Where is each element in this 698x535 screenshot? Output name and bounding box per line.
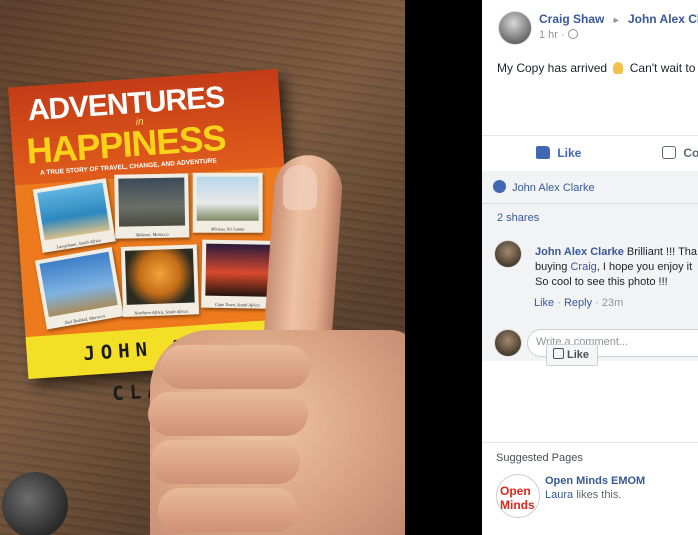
comment-action-label: Co [683, 146, 698, 160]
likes-by-link[interactable]: John Alex Clarke [512, 182, 595, 194]
suggested-heading: Suggested Pages [496, 452, 583, 464]
separator: · [595, 297, 602, 309]
like-action-button[interactable]: Like [536, 146, 581, 160]
comment-reply-link[interactable]: Reply [564, 297, 592, 309]
book-photo-4: Jbel Toubkal, Morocco [34, 247, 124, 330]
comment-text-1: Brilliant !!! Tha [626, 246, 698, 258]
liker-tail: likes this. [573, 489, 622, 501]
shares-link[interactable]: 2 shares [497, 212, 539, 224]
book-photo-1: Langebaan, South Africa [32, 178, 116, 253]
page-like-button[interactable]: Like [546, 344, 598, 366]
divider [482, 203, 698, 204]
finger [158, 488, 298, 532]
post-header: Craig Shaw ► John Alex Cla [539, 12, 698, 26]
book-photo-caption: Molawe, Morocco [135, 231, 169, 238]
book-photo-caption: Northern Africa, South Africa [134, 308, 188, 316]
commenter-avatar[interactable] [494, 240, 522, 268]
globe-icon [567, 29, 578, 39]
likes-summary[interactable]: John Alex Clarke [493, 180, 595, 194]
thumbs-up-icon [536, 146, 550, 159]
book-photo-5: Northern Africa, South Africa [120, 244, 200, 317]
comment-icon [662, 146, 676, 159]
triangle-right-icon: ► [611, 15, 621, 25]
suggested-page-name[interactable]: Open Minds EMOM [545, 475, 645, 487]
book-photo-caption: Cape Town, South Africa [214, 301, 260, 308]
comment-like-link[interactable]: Like [534, 297, 554, 309]
post-text-tail: Can't wait to [629, 61, 696, 75]
post-photo[interactable]: ADVENTURES in HAPPINESS A TRUE STORY OF … [0, 0, 405, 535]
post-sidebar: Craig Shaw ► John Alex Cla 1 hr · My Cop… [482, 0, 698, 535]
book-photo-3: Mirissa, Sri Lanka [192, 172, 263, 233]
coin [2, 472, 68, 535]
post-text-main: My Copy has arrived [497, 61, 608, 75]
comment-actions: Like · Reply · 23m [534, 297, 623, 309]
viewer-avatar [494, 329, 522, 357]
post-time[interactable]: 1 hr [539, 29, 558, 41]
post-meta: 1 hr · [539, 29, 578, 41]
post-text: My Copy has arrived Can't wait to [497, 61, 695, 75]
author-avatar[interactable] [498, 11, 532, 45]
comment-line-1: John Alex Clarke Brilliant !!! Tha [535, 246, 697, 258]
book-photo-caption: Mirissa, Sri Lanka [210, 226, 245, 232]
comment-text-3: So cool to see this photo !!! [535, 276, 668, 288]
finger [160, 345, 310, 389]
separator: · [561, 29, 568, 41]
hand-emoji-icon [613, 62, 624, 74]
divider [482, 442, 698, 443]
page-like-label: Like [567, 349, 590, 361]
liker-link[interactable]: Laura [545, 489, 573, 501]
comment-age[interactable]: 23m [602, 297, 623, 309]
author-name-link[interactable]: Craig Shaw [539, 12, 604, 26]
separator: · [557, 297, 564, 309]
thumbs-up-icon [553, 348, 564, 359]
divider [482, 135, 698, 136]
page-logo[interactable]: Open Minds [496, 474, 540, 518]
mention-link[interactable]: Craig [570, 261, 596, 273]
page-logo-text: Open Minds [500, 484, 535, 512]
finger [150, 440, 300, 484]
comment-text-2b: , I hope you enjoy it [596, 261, 693, 273]
target-name-link[interactable]: John Alex Cla [628, 12, 698, 26]
suggested-social-context: Laura likes this. [545, 489, 621, 501]
comment-line-2: buying Craig, I hope you enjoy it [535, 261, 692, 273]
thumbnail-nail [283, 165, 317, 210]
book-photo-2: Molawe, Morocco [114, 173, 190, 239]
comment-text-2a: buying [535, 261, 571, 273]
commenter-name-link[interactable]: John Alex Clarke [535, 246, 624, 258]
like-reaction-icon [493, 180, 506, 193]
comment-action-button[interactable]: Co [662, 146, 698, 160]
like-action-label: Like [557, 146, 582, 160]
finger [148, 392, 308, 436]
book-photo-6: Cape Town, South Africa [201, 239, 275, 309]
